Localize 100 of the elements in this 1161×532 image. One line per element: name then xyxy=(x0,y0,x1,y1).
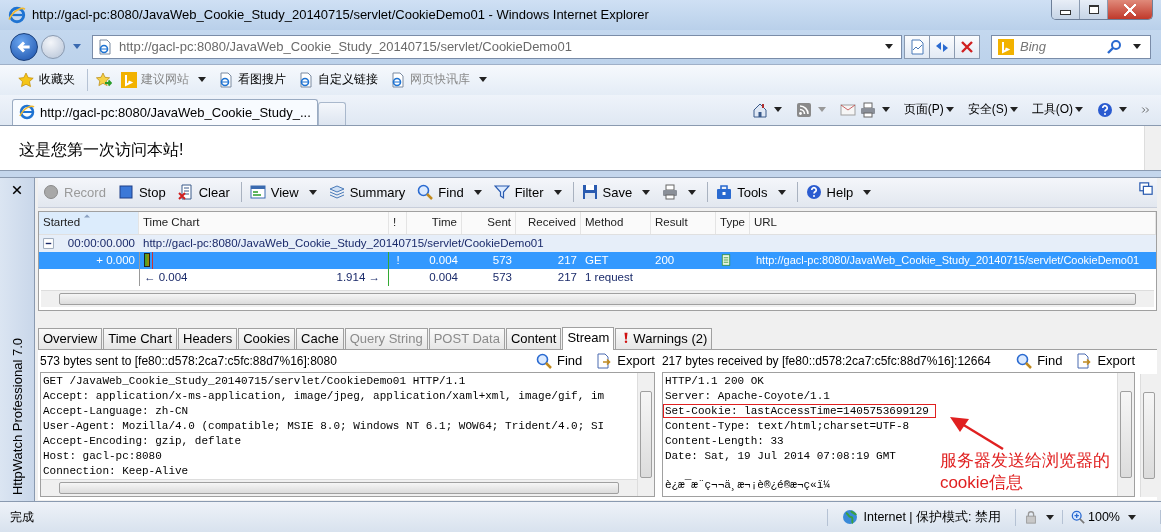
square-icon xyxy=(117,184,134,201)
chevron-icon xyxy=(1141,104,1151,115)
printer-icon xyxy=(662,184,679,201)
table-cell: 0.004 xyxy=(429,271,458,284)
column-header[interactable]: ! xyxy=(389,211,407,234)
column-header[interactable]: Time xyxy=(407,211,462,234)
search-icon[interactable] xyxy=(1106,38,1122,55)
find-button[interactable]: Find xyxy=(414,182,487,203)
column-header[interactable]: Started xyxy=(39,211,139,234)
caret-icon[interactable] xyxy=(885,44,893,50)
summary-button[interactable]: Summary xyxy=(325,182,411,203)
detail-tab[interactable]: Headers xyxy=(178,327,238,349)
column-header[interactable]: Received xyxy=(516,211,581,234)
minimize-button[interactable] xyxy=(1052,0,1080,19)
stop-button[interactable] xyxy=(954,34,980,59)
security-zone[interactable]: Internet | 保护模式: 禁用 xyxy=(827,508,1016,526)
page-icon xyxy=(218,71,234,88)
search-icon xyxy=(417,184,434,201)
panel-title: HttpWatch Professional 7.0 xyxy=(9,338,25,496)
globe-icon xyxy=(842,509,859,526)
stop-button[interactable]: Stop xyxy=(114,182,171,203)
caret-icon[interactable] xyxy=(1133,44,1141,50)
command-menu[interactable]: 工具(O) xyxy=(1031,101,1093,119)
code-line: Host: gacl-pc:8080 xyxy=(43,449,162,462)
browser-tab[interactable]: http://gacl-pc:8080/JavaWeb_Cookie_Study_... xyxy=(12,98,318,125)
detail-tab[interactable]: Cookies xyxy=(238,327,296,349)
favorites-link[interactable]: 看图搜片 xyxy=(215,69,289,91)
scrollbar[interactable] xyxy=(636,372,654,496)
layers-icon xyxy=(328,184,345,201)
clear-button[interactable]: Clear xyxy=(174,182,235,203)
add-favorite-icon[interactable] xyxy=(96,71,112,88)
collapse-toggle[interactable] xyxy=(43,237,54,249)
pane-summary: 573 bytes sent to [fe80::d578:2ca7:c5fc:88d7%16]:8080 xyxy=(40,353,338,368)
zoom-button[interactable]: 100% xyxy=(1063,510,1161,525)
page-text: 这是您第一次访问本站! xyxy=(18,139,185,160)
caret-icon[interactable] xyxy=(1119,107,1127,113)
tools-button[interactable]: Tools xyxy=(707,182,791,203)
search-field[interactable]: Bing xyxy=(991,34,1151,59)
back-button[interactable] xyxy=(10,32,38,61)
help-icon[interactable] xyxy=(1097,101,1113,118)
find-button[interactable]: Find xyxy=(1016,352,1063,369)
scrollbar[interactable] xyxy=(1144,125,1161,170)
column-header[interactable]: Sent xyxy=(462,211,516,234)
column-header[interactable]: Result xyxy=(651,211,716,234)
search-icon xyxy=(536,352,552,369)
filter-button[interactable]: Filter xyxy=(490,182,567,203)
timing-bar xyxy=(144,253,150,268)
windows-icon[interactable] xyxy=(1139,181,1153,196)
printer-icon[interactable] xyxy=(859,101,876,118)
detail-tab[interactable]: Stream xyxy=(562,326,615,350)
address-field[interactable]: http://gacl-pc:8080/JavaWeb_Cookie_Study_20140715/servlet/CookieDemo01 xyxy=(92,34,902,59)
column-header[interactable]: URL xyxy=(750,211,1156,234)
toolbox-icon xyxy=(716,184,733,201)
table-row[interactable]: ← 0.004 1.914 → 0.004 573 217 1 request xyxy=(39,268,1156,286)
view-button[interactable]: View xyxy=(240,182,322,203)
chart-end-label: 1.914 → xyxy=(336,271,380,284)
code-line: è¿æ¯æ¨ç¬¬ä¸æ¬¡è®¿é®æ¬ç«ï¼ xyxy=(664,477,830,493)
close-button[interactable] xyxy=(1108,0,1152,19)
export-button[interactable]: Export xyxy=(1076,352,1135,369)
export-icon xyxy=(596,352,613,369)
caret-icon[interactable] xyxy=(773,107,782,113)
command-menu[interactable]: 页面(P) xyxy=(903,101,964,119)
scrollbar[interactable] xyxy=(1140,373,1157,497)
favorites-link[interactable]: 自定义链接 xyxy=(295,69,381,91)
detail-tab[interactable]: Overview xyxy=(38,327,103,349)
detail-tab[interactable]: Cache xyxy=(296,327,344,349)
scrollbar[interactable] xyxy=(41,289,1154,307)
compatibility-button[interactable] xyxy=(904,34,930,59)
column-header[interactable]: Time Chart xyxy=(139,211,389,234)
find-button[interactable]: Find xyxy=(536,352,583,369)
column-header[interactable]: Type xyxy=(716,211,750,234)
table-cell: 217 xyxy=(557,271,577,284)
code-line: User-Agent: Mozilla/4.0 (compatible; MSIE 8.0; Windows NT 6.1; WOW64; Trident/4.0; SI xyxy=(43,419,605,432)
scrollbar[interactable] xyxy=(41,478,637,496)
column-header[interactable]: Method xyxy=(581,211,651,234)
maximize-button[interactable] xyxy=(1080,0,1108,19)
close-icon xyxy=(959,38,975,55)
favorites-button[interactable]: 收藏夹 xyxy=(14,69,79,91)
star-icon xyxy=(18,71,34,88)
detail-tab[interactable]: Content xyxy=(505,327,562,349)
close-icon[interactable] xyxy=(11,183,23,196)
save-button[interactable]: Save xyxy=(572,182,656,203)
home-icon[interactable] xyxy=(751,101,768,118)
code-line: Server: Apache-Coyote/1.1 xyxy=(664,389,830,402)
export-icon xyxy=(1076,352,1093,369)
help-button[interactable]: Help xyxy=(796,182,877,203)
detail-tab[interactable]: Warnings (2) xyxy=(615,327,713,349)
code-line: HTTP/1.1 200 OK xyxy=(664,374,764,387)
scrollbar[interactable] xyxy=(1117,372,1134,496)
feed-icon[interactable] xyxy=(795,101,812,118)
detail-tab[interactable]: Time Chart xyxy=(103,327,177,349)
command-menu[interactable]: 安全(S) xyxy=(967,101,1028,119)
table-cell: 573 xyxy=(492,271,512,284)
refresh-button[interactable] xyxy=(929,34,955,59)
search-input[interactable]: Bing xyxy=(1020,39,1100,55)
caret-icon[interactable] xyxy=(881,107,890,113)
pane-summary: 217 bytes received by [fe80::d578:2ca7:c5fc:88d7%16]:12664 xyxy=(661,353,992,368)
clear-list-icon xyxy=(177,184,194,201)
export-button[interactable]: Export xyxy=(596,352,655,369)
code-line: Connection: Keep-Alive xyxy=(43,464,189,477)
